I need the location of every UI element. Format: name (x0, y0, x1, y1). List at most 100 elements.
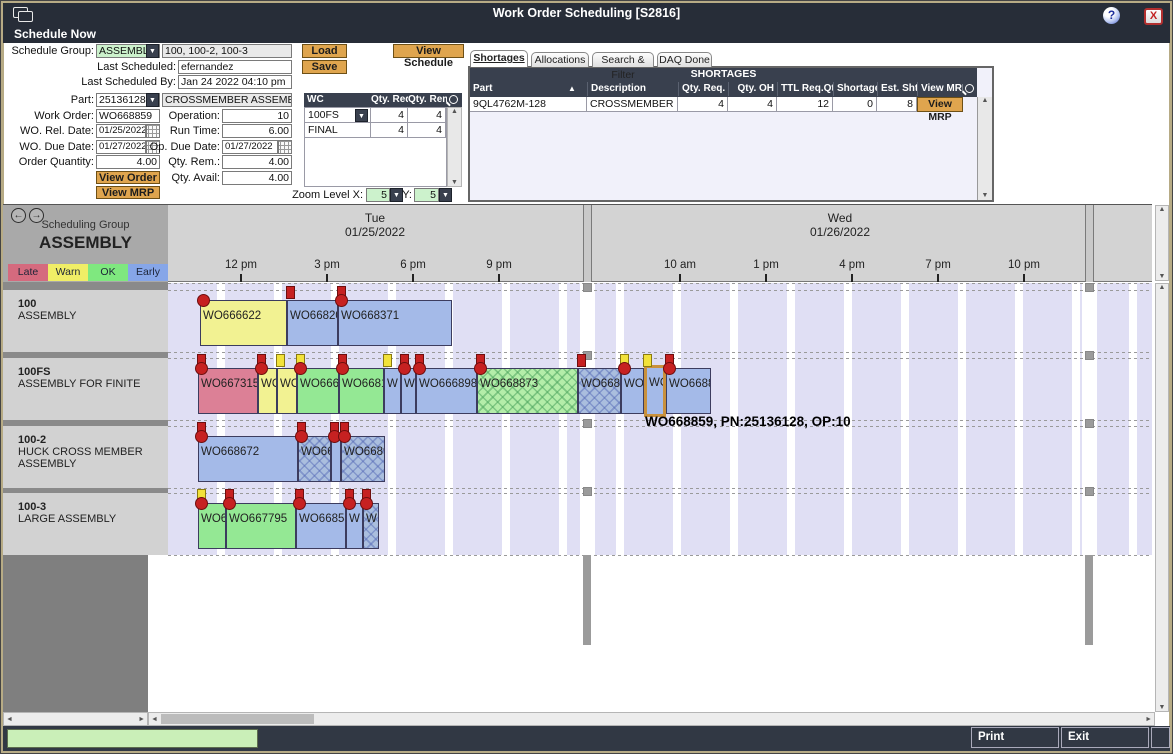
shortages-search-icon[interactable] (965, 84, 974, 93)
tab-search-filter[interactable]: Search & Filter (592, 52, 654, 67)
gantt-bar[interactable]: WO6681 (339, 368, 384, 414)
gantt-bar-label: WO66858 (299, 513, 346, 525)
gantt-row-label[interactable]: 100ASSEMBLY (3, 290, 168, 352)
scroll-down-icon[interactable]: ▼ (1156, 273, 1168, 280)
scroll-left-icon[interactable]: ◄ (151, 716, 158, 723)
scroll-up-icon[interactable]: ▲ (1156, 206, 1168, 213)
gantt-bar[interactable]: WO666898 (416, 368, 477, 414)
gantt-bar[interactable]: W (384, 368, 401, 414)
scroll-down-icon[interactable]: ▼ (978, 192, 992, 199)
scroll-down-icon[interactable]: ▼ (1156, 704, 1168, 711)
help-button[interactable]: ? (1103, 7, 1120, 24)
red-circle-marker (398, 362, 411, 375)
view-schedule-button[interactable]: View Schedule (393, 44, 464, 58)
gantt-bar[interactable]: WO6688 (666, 368, 711, 414)
zoom-x-field[interactable]: 5 (366, 188, 390, 202)
gantt-bar[interactable]: WO668672 (198, 436, 298, 482)
gantt-bar[interactable]: WO (644, 365, 666, 417)
labels-hscrollbar[interactable]: ◄ ► (3, 712, 148, 726)
est-shtg-col-header[interactable]: Est. Shtg. (877, 82, 917, 96)
day-separator-bar (1085, 555, 1093, 645)
gantt-bar-label: WO6 (201, 513, 226, 525)
gantt-bar-label: W (366, 513, 377, 525)
view-mrp-col-header[interactable]: View MRP (917, 82, 963, 96)
day-separator-handle[interactable] (1085, 205, 1094, 282)
row-view-mrp-button[interactable]: View MRP (917, 97, 963, 112)
gantt-bar[interactable]: WO668873 (477, 368, 578, 414)
gantt-bar[interactable]: WO668 (578, 368, 621, 414)
gantt-bar[interactable]: WO668371 (338, 300, 452, 346)
gantt-bar[interactable]: WO667795 (226, 503, 296, 549)
close-button[interactable]: X (1144, 8, 1163, 25)
last-scheduled-by-field[interactable]: Jan 24 2022 04:10 pm (178, 75, 292, 89)
part-dropdown-icon[interactable]: ▼ (146, 93, 159, 107)
load-button[interactable]: Load (302, 44, 347, 58)
gantt-row-label[interactable]: 100-3LARGE ASSEMBLY (3, 493, 168, 555)
yellow-flag-marker (276, 354, 285, 367)
header-vscrollbar[interactable]: ▲ ▼ (1155, 205, 1169, 281)
tick-label: 10 pm (994, 259, 1054, 271)
tab-daq-done[interactable]: DAQ Done (657, 52, 712, 67)
scroll-down-icon[interactable]: ▼ (448, 179, 461, 186)
shortage-col-header[interactable]: Shortage (833, 82, 877, 96)
gantt-bar-label: WO668672 (201, 446, 259, 458)
schedule-group-detail: 100, 100-2, 100-3 (162, 44, 292, 58)
qty-req-col-header[interactable]: Qty. Req. (678, 82, 728, 96)
red-flag-marker (286, 286, 295, 299)
hscrollbar-thumb[interactable] (161, 714, 314, 724)
chart-vscrollbar[interactable]: ▲ ▼ (1155, 283, 1169, 712)
gantt-row-label[interactable]: 100-2HUCK CROSS MEMBER ASSEMBLY (3, 426, 168, 488)
yellow-flag-marker (643, 354, 652, 367)
part-cell: 9QL4762M-128 (470, 97, 587, 112)
op-due-date-field[interactable]: 01/27/2022 (222, 140, 278, 154)
day-separator-handle[interactable] (583, 205, 592, 282)
gantt-bar[interactable]: WO66858 (296, 503, 346, 549)
wc-table-scrollbar[interactable]: ▲ ▼ (447, 107, 462, 187)
wc-search-icon[interactable] (449, 95, 458, 104)
gantt-bar[interactable]: WO666 (297, 368, 339, 414)
scroll-up-icon[interactable]: ▲ (978, 97, 992, 104)
scroll-left-icon[interactable]: ◄ (6, 716, 13, 723)
exit-button[interactable]: Exit (1061, 727, 1149, 748)
run-time-field[interactable]: 6.00 (222, 124, 292, 138)
last-scheduled-field[interactable]: efernandez (178, 60, 292, 74)
view-mrp-button[interactable]: View MRP (96, 186, 160, 199)
gantt-row-label[interactable]: 100FSASSEMBLY FOR FINITE (3, 358, 168, 420)
day-separator-bar (583, 555, 591, 645)
save-button[interactable]: Save (302, 60, 347, 74)
gantt-bar[interactable]: WO666622 (200, 300, 287, 346)
scroll-right-icon[interactable]: ► (138, 716, 145, 723)
qty-avail-field[interactable]: 4.00 (222, 171, 292, 185)
row-code: 100FS (18, 366, 164, 378)
zoom-y-dropdown-icon[interactable]: ▼ (439, 188, 452, 202)
qty-rem-field[interactable]: 4.00 (222, 155, 292, 169)
gantt-bar[interactable]: WO (277, 368, 297, 414)
schedule-group-dropdown-icon[interactable]: ▼ (146, 44, 159, 58)
scroll-right-icon[interactable]: ► (1145, 716, 1152, 723)
gantt-bar-label: WO66 (301, 446, 331, 458)
shortages-row[interactable]: 9QL4762M-128 CROSSMEMBER FRONT 4 4 12 0 … (470, 97, 977, 112)
shortages-scrollbar[interactable]: ▲ ▼ (977, 97, 992, 200)
chart-hscrollbar[interactable]: ◄ ► (148, 712, 1155, 726)
wc-cell[interactable]: FINAL (305, 123, 371, 138)
scroll-up-icon[interactable]: ▲ (448, 108, 461, 115)
description-col-header[interactable]: Description (587, 82, 678, 96)
gantt-bar-label: WO667795 (229, 513, 287, 525)
ttl-req-qty-col-header[interactable]: TTL Req.Qty (777, 82, 833, 96)
gantt-bar[interactable]: WO6689 (341, 436, 385, 482)
gantt-row-label-column: 100ASSEMBLY100FSASSEMBLY FOR FINITE100-2… (3, 282, 168, 555)
gantt-bar[interactable]: WO66820 (287, 300, 338, 346)
red-circle-marker (618, 362, 631, 375)
qty-oh-col-header[interactable]: Qty. OH (728, 82, 777, 96)
zoom-y-field[interactable]: 5 (414, 188, 439, 202)
legend-early: Early (128, 264, 168, 281)
print-button[interactable]: Print (971, 727, 1059, 748)
op-due-date-calendar-icon[interactable] (278, 140, 292, 154)
scroll-up-icon[interactable]: ▲ (1156, 284, 1168, 291)
gantt-bar[interactable]: WO66 (298, 436, 331, 482)
wc-dropdown-icon[interactable]: ▼ (355, 109, 368, 122)
gantt-bar[interactable]: WO667315 (198, 368, 258, 414)
tab-shortages[interactable]: Shortages (470, 50, 528, 67)
tab-allocations[interactable]: Allocations (531, 52, 589, 67)
operation-field[interactable]: 10 (222, 109, 292, 123)
